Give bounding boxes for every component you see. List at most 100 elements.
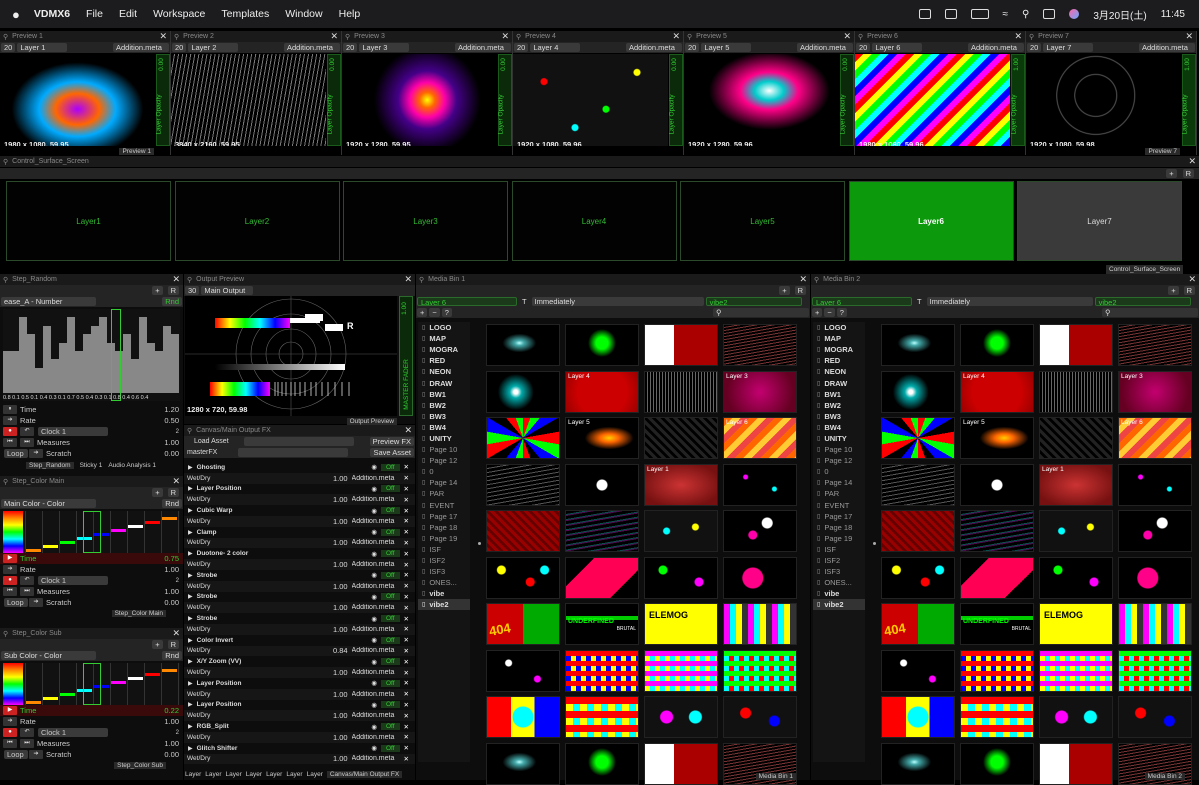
color-step[interactable] — [110, 681, 126, 684]
fx-tab[interactable]: Layer — [286, 771, 302, 778]
step-bar[interactable] — [67, 317, 75, 393]
fx-blend-select[interactable]: Addition.meta — [352, 712, 402, 719]
fx-header[interactable]: ▶ X/Y Zoom (VV) ◉ Off ✕ — [184, 656, 415, 667]
media-clip-thumbnail[interactable] — [486, 417, 560, 459]
clock-row[interactable]: ● ↶ Clock 1 2 — [0, 727, 183, 738]
fx-header[interactable]: ▶ Color Invert ◉ Off ✕ — [184, 635, 415, 646]
search-icon[interactable]: ⚲ — [3, 630, 8, 638]
record-icon[interactable]: ● — [3, 728, 17, 737]
remove-fx-icon[interactable]: ✕ — [404, 658, 409, 666]
forward-icon[interactable]: ⏭ — [20, 438, 34, 447]
clock-select[interactable]: Clock 1 — [38, 427, 108, 436]
remove-fx-icon[interactable]: ✕ — [404, 528, 409, 536]
step-bar[interactable] — [91, 325, 99, 393]
media-clip-thumbnail[interactable] — [960, 556, 1034, 599]
add-button[interactable]: + — [152, 640, 163, 649]
page-item[interactable]: ▯ PAR — [418, 488, 470, 499]
menu-window[interactable]: Window — [285, 8, 322, 20]
fx-tab[interactable]: Layer — [307, 771, 323, 778]
rewind-icon[interactable]: ⏮ — [3, 739, 17, 748]
page-item[interactable]: ▯ BW2 — [813, 400, 865, 411]
remove-page-button[interactable]: − — [429, 308, 440, 317]
close-icon[interactable]: ✕ — [1188, 156, 1196, 167]
fps-select[interactable]: 20 — [1, 43, 16, 52]
fx-toggle[interactable]: Off — [380, 550, 400, 558]
blend-mode-select[interactable]: Addition.meta — [1139, 43, 1195, 52]
remove-fx-icon[interactable]: ✕ — [404, 463, 409, 471]
fx-param[interactable]: Wet/Dry 1.00 Addition.meta ✕ — [184, 580, 415, 592]
expand-triangle-icon[interactable]: ▶ — [188, 464, 193, 471]
close-icon[interactable]: ✕ — [159, 31, 167, 42]
page-item[interactable]: ▯ BW1 — [418, 389, 470, 400]
load-asset-select[interactable] — [243, 437, 354, 446]
media-clip-thumbnail[interactable] — [881, 324, 955, 366]
fx-param[interactable]: Wet/Dry 1.00 Addition.meta ✕ — [184, 753, 415, 765]
media-clip-thumbnail[interactable]: ELEMOG — [644, 603, 718, 645]
media-clip-thumbnail[interactable] — [565, 742, 639, 785]
preview-image[interactable]: 3840 x 2160, 59.95 — [171, 54, 326, 146]
clock-select[interactable]: Clock 1 — [38, 728, 108, 737]
media-clip-thumbnail[interactable] — [1039, 417, 1113, 459]
page-item[interactable]: ▯ LOGO — [418, 322, 470, 333]
eye-icon[interactable]: ◉ — [371, 485, 377, 493]
media-clip-thumbnail[interactable]: UNDERFINED BRUTAL — [565, 603, 639, 645]
eye-icon[interactable]: ◉ — [371, 507, 377, 515]
fx-header[interactable]: ▶ Strobe ◉ Off ✕ — [184, 613, 415, 624]
layer-select[interactable]: Layer 6 — [417, 297, 517, 306]
fx-param[interactable]: Wet/Dry 1.00 Addition.meta ✕ — [184, 602, 415, 614]
fx-header[interactable]: ▶ Glitch Shifter ◉ Off ✕ — [184, 743, 415, 754]
loop-select[interactable]: Loop — [4, 598, 28, 607]
media-clip-thumbnail[interactable] — [881, 510, 955, 552]
blend-mode-select[interactable]: Addition.meta — [455, 43, 511, 52]
media-clip-thumbnail[interactable] — [1039, 556, 1113, 599]
page-item[interactable]: ▯ DRAW — [813, 377, 865, 388]
arrow-icon[interactable]: ➔ — [29, 449, 43, 458]
step-bar[interactable] — [171, 334, 179, 393]
fx-toggle[interactable]: Off — [380, 528, 400, 536]
fps-select[interactable]: 20 — [172, 43, 187, 52]
expand-triangle-icon[interactable]: ▶ — [188, 680, 193, 687]
measures-row[interactable]: ⏮ ⏭ Measures 1.00 — [0, 437, 183, 448]
media-clip-thumbnail[interactable] — [723, 510, 797, 552]
step-bar[interactable] — [59, 342, 67, 393]
media-clip-thumbnail[interactable] — [565, 649, 639, 692]
remove-fx-icon[interactable]: ✕ — [404, 690, 409, 698]
page-item[interactable]: ▯ Page 17 — [813, 511, 865, 522]
close-icon[interactable]: ✕ — [330, 31, 338, 42]
trigger-select[interactable]: Immediately — [926, 297, 1093, 306]
step-sub-graph[interactable] — [3, 663, 180, 705]
page-item[interactable]: ▯ Page 14 — [813, 477, 865, 488]
page-item[interactable]: ▯ NEON — [813, 366, 865, 377]
page-item[interactable]: ▯ vibe — [813, 588, 865, 599]
fx-param[interactable]: Wet/Dry 1.00 Addition.meta ✕ — [184, 515, 415, 527]
page-item[interactable]: ▯ vibe — [418, 588, 470, 599]
layer-opacity-slider[interactable]: Layer Opacity 0.00 — [840, 54, 854, 146]
step-bar[interactable] — [3, 351, 11, 393]
close-icon[interactable]: ✕ — [404, 425, 412, 436]
fps-select[interactable]: 20 — [856, 43, 871, 52]
color-step[interactable] — [161, 517, 177, 520]
record-icon[interactable]: ● — [3, 427, 17, 436]
media-clip-thumbnail[interactable] — [486, 324, 560, 366]
page-item[interactable]: ▯ 0 — [418, 466, 470, 477]
media-clip-thumbnail[interactable]: UNDERFINED BRUTAL — [960, 603, 1034, 645]
remove-fx-icon[interactable]: ✕ — [404, 636, 409, 644]
remove-fx-icon[interactable]: ✕ — [404, 723, 409, 731]
layer-select[interactable]: Layer 4 — [530, 43, 581, 52]
menubar-date[interactable]: 3月20日(土) — [1093, 7, 1146, 22]
media-clip-thumbnail[interactable] — [1039, 370, 1113, 413]
r-button[interactable]: R — [167, 286, 179, 295]
close-icon[interactable]: ✕ — [172, 274, 180, 285]
fx-header[interactable]: ▶ Layer Position ◉ Off ✕ — [184, 700, 415, 711]
step-main-graph[interactable] — [3, 511, 180, 553]
apple-menu-icon[interactable]: ● — [12, 7, 20, 22]
color-step[interactable] — [42, 697, 58, 700]
close-icon[interactable]: ✕ — [172, 628, 180, 639]
fx-param[interactable]: Wet/Dry 1.00 Addition.meta ✕ — [184, 710, 415, 722]
eye-icon[interactable]: ◉ — [371, 658, 377, 666]
fx-header[interactable]: ▶ RGB_Split ◉ Off ✕ — [184, 721, 415, 732]
page-item[interactable]: ▯ ISF — [418, 544, 470, 555]
layer-select[interactable]: Layer 2 — [188, 43, 239, 52]
expand-triangle-icon[interactable]: ▶ — [188, 658, 193, 665]
measures-row[interactable]: ⏮ ⏭ Measures 1.00 — [0, 586, 183, 597]
